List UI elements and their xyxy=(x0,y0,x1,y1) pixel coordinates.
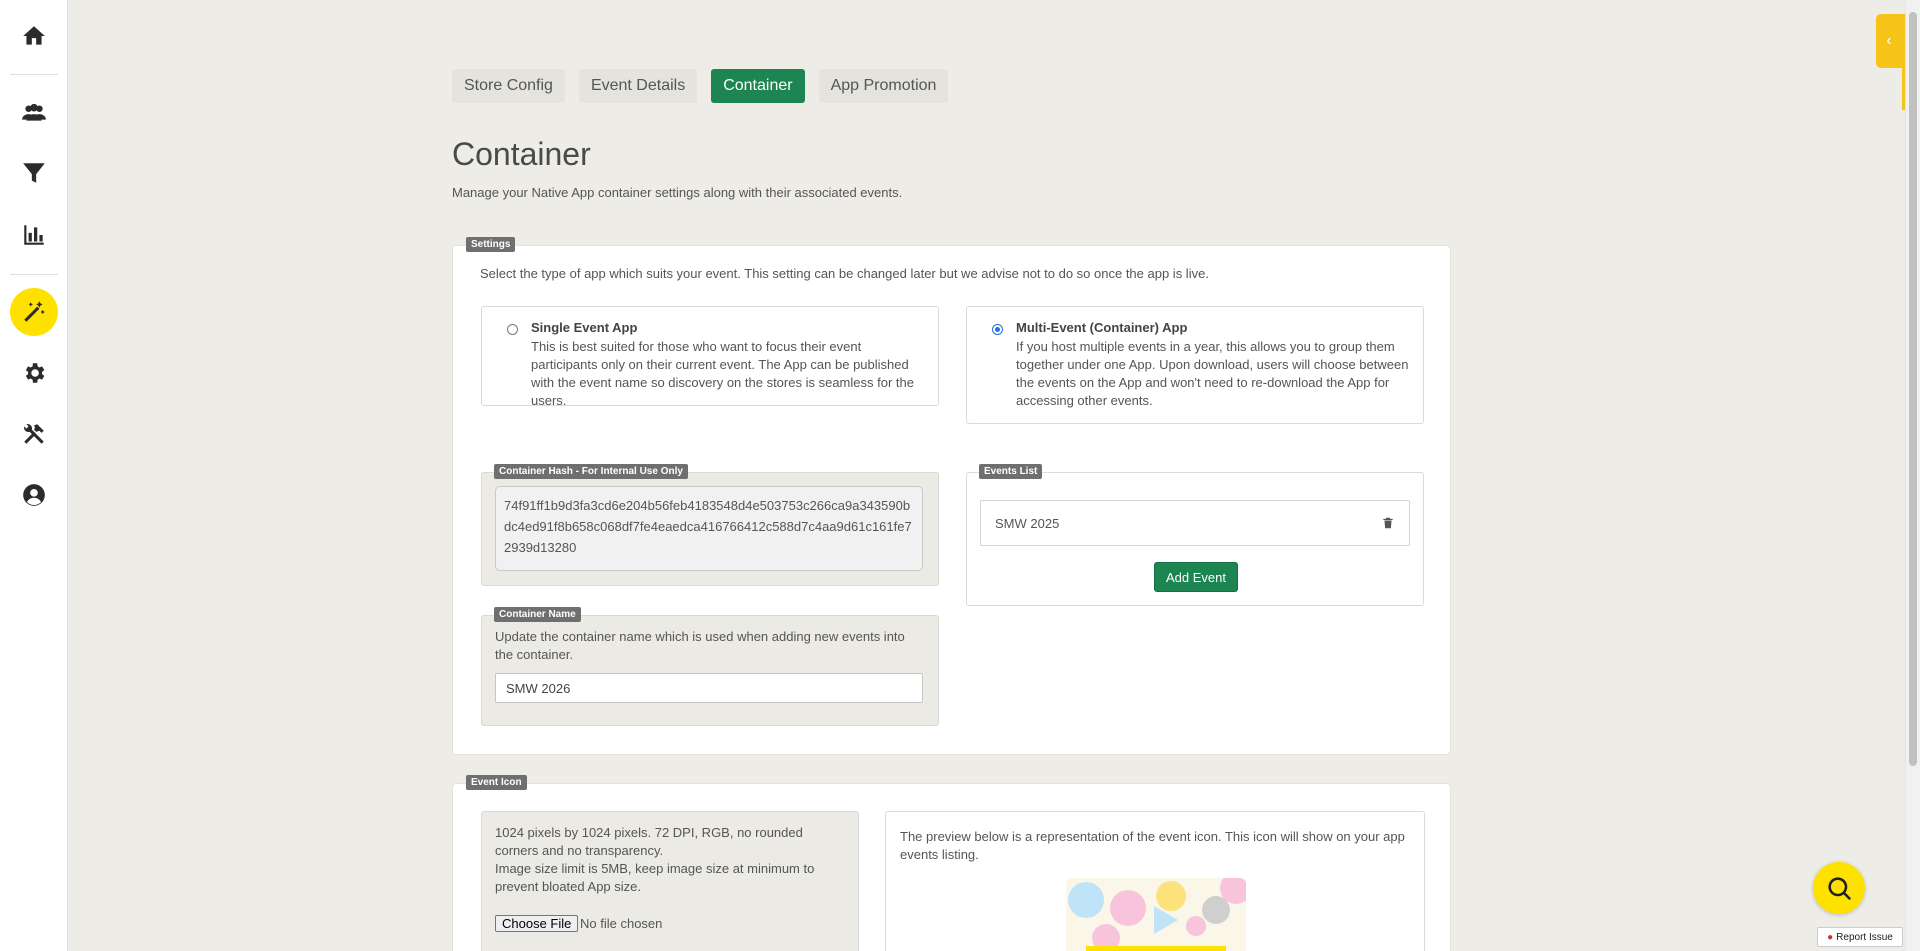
file-status: No file chosen xyxy=(580,916,663,931)
page-subtitle: Manage your Native App container setting… xyxy=(452,185,903,200)
settings-legend: Settings xyxy=(466,237,516,252)
event-name: SMW 2025 xyxy=(995,515,1060,531)
settings-panel: Settings Select the type of app which su… xyxy=(452,237,1451,755)
icon-preview-box: The preview below is a representation of… xyxy=(885,811,1425,951)
account-icon[interactable] xyxy=(10,471,58,519)
settings-description: Select the type of app which suits your … xyxy=(480,266,1209,281)
collapse-panel-tab[interactable]: ‹ xyxy=(1876,14,1902,68)
single-event-option[interactable]: Single Event App This is best suited for… xyxy=(481,306,939,408)
chevron-left-icon: ‹ xyxy=(1886,32,1892,49)
bug-icon: ● xyxy=(1827,931,1834,943)
choose-file-button[interactable]: Choose File xyxy=(495,915,579,932)
sidebar-divider xyxy=(10,74,58,75)
tab-bar: Store Config Event Details Container App… xyxy=(452,69,949,103)
help-button[interactable] xyxy=(1813,862,1865,914)
tab-container[interactable]: Container xyxy=(711,69,805,103)
page-title: Container xyxy=(452,136,591,172)
left-sidebar xyxy=(0,0,68,951)
container-name-input[interactable] xyxy=(495,673,923,703)
event-icon-panel: Event Icon 1024 pixels by 1024 pixels. 7… xyxy=(452,775,1451,951)
sidebar-divider xyxy=(10,274,58,275)
filter-icon[interactable] xyxy=(10,149,58,197)
add-event-button[interactable]: Add Event xyxy=(1154,562,1238,592)
tab-event-details[interactable]: Event Details xyxy=(578,69,698,103)
single-event-radio[interactable] xyxy=(507,324,518,335)
bar-chart-icon[interactable] xyxy=(10,211,58,259)
scrollbar[interactable] xyxy=(1905,0,1920,951)
icon-upload-box: 1024 pixels by 1024 pixels. 72 DPI, RGB,… xyxy=(481,811,859,951)
container-name-description: Update the container name which is used … xyxy=(495,629,905,662)
single-event-description: This is best suited for those who want t… xyxy=(531,339,914,408)
container-name-legend: Container Name xyxy=(494,607,581,622)
tab-app-promotion[interactable]: App Promotion xyxy=(818,69,949,103)
multi-event-title: Multi-Event (Container) App xyxy=(1016,320,1188,335)
gear-icon[interactable] xyxy=(10,349,58,397)
scrollbar-thumb[interactable] xyxy=(1909,12,1917,766)
container-name-box: Container Name Update the container name… xyxy=(481,607,939,726)
event-icon-preview-image xyxy=(1066,878,1246,951)
tools-icon[interactable] xyxy=(10,410,58,458)
event-icon-legend: Event Icon xyxy=(466,775,527,790)
multi-event-radio[interactable] xyxy=(992,324,1003,335)
event-list-item: SMW 2025 xyxy=(980,500,1410,546)
container-hash-box: Container Hash - For Internal Use Only 7… xyxy=(481,464,939,586)
single-event-title: Single Event App xyxy=(531,320,638,335)
container-hash-legend: Container Hash - For Internal Use Only xyxy=(494,464,688,479)
events-list-legend: Events List xyxy=(979,464,1043,479)
report-issue-label: Report Issue xyxy=(1836,931,1893,943)
icon-preview-description: The preview below is a representation of… xyxy=(900,829,1405,862)
report-issue-button[interactable]: ● Report Issue xyxy=(1817,927,1903,947)
multi-event-description: If you host multiple events in a year, t… xyxy=(1016,339,1409,408)
magic-wand-icon[interactable] xyxy=(10,288,58,336)
icon-requirements: 1024 pixels by 1024 pixels. 72 DPI, RGB,… xyxy=(495,825,815,894)
trash-icon[interactable] xyxy=(1381,516,1395,530)
events-list-box: Events List SMW 2025 Add Event xyxy=(966,464,1424,606)
search-icon xyxy=(1828,877,1851,900)
container-hash-value[interactable]: 74f91ff1b9d3fa3cd6e204b56feb4183548d4e50… xyxy=(495,486,923,571)
multi-event-option[interactable]: Multi-Event (Container) App If you host … xyxy=(966,306,1424,424)
tab-store-config[interactable]: Store Config xyxy=(452,69,565,103)
home-icon[interactable] xyxy=(10,12,58,60)
users-icon[interactable] xyxy=(10,88,58,136)
